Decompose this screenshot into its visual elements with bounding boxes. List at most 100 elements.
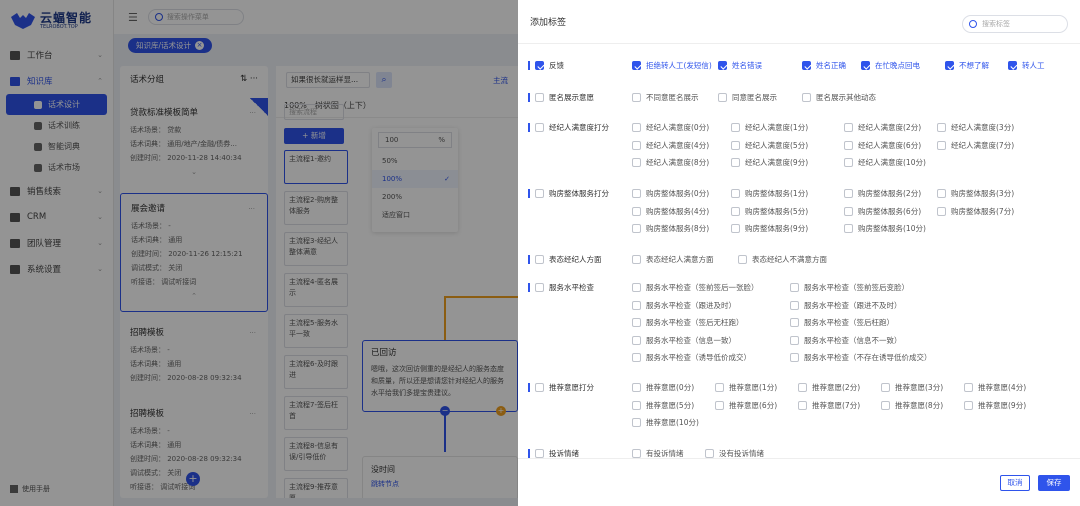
tag-checkbox[interactable] [790, 318, 799, 327]
tag-checkbox[interactable] [937, 206, 946, 216]
tag-option[interactable]: 匿名展示其他动态 [802, 92, 876, 103]
tag-option[interactable]: 购房整体服务(10分) [844, 223, 926, 234]
tag-option[interactable]: 购房整体服务(0分) [632, 188, 709, 199]
group-checkbox[interactable] [535, 189, 544, 198]
tag-option[interactable]: 经纪人满意度(1分) [731, 122, 808, 133]
tag-checkbox[interactable] [802, 61, 811, 70]
tag-option[interactable]: 同意匿名展示 [718, 92, 777, 103]
tag-option[interactable]: 推荐意愿(2分) [798, 382, 860, 393]
tag-option[interactable]: 经纪人满意度(9分) [731, 157, 808, 168]
tag-option[interactable]: 服务水平检查（跟进不及时） [790, 300, 902, 311]
tag-option[interactable]: 经纪人满意度(3分) [937, 122, 1014, 133]
tag-checkbox[interactable] [844, 123, 853, 132]
tag-group-header[interactable]: 表态经纪人方面 [528, 254, 602, 265]
tag-option[interactable]: 购房整体服务(3分) [937, 188, 1014, 199]
tag-option[interactable]: 经纪人满意度(0分) [632, 122, 709, 133]
tag-option[interactable]: 姓名错误 [718, 60, 762, 71]
tag-option[interactable]: 购房整体服务(7分) [937, 206, 1014, 217]
tag-option[interactable]: 推荐意愿(0分) [632, 382, 694, 393]
group-checkbox[interactable] [535, 449, 544, 458]
tag-option[interactable]: 购房整体服务(9分) [731, 223, 808, 234]
tag-option[interactable]: 推荐意愿(7分) [798, 400, 860, 411]
tag-option[interactable]: 服务水平检查（不存在诱导低价成交） [790, 352, 932, 363]
tag-checkbox[interactable] [861, 61, 870, 70]
tag-option[interactable]: 经纪人满意度(2分) [844, 122, 921, 133]
tag-option[interactable]: 推荐意愿(8分) [881, 400, 943, 411]
tag-checkbox[interactable] [731, 189, 740, 198]
group-checkbox[interactable] [535, 255, 544, 264]
tag-checkbox[interactable] [632, 283, 641, 292]
tag-checkbox[interactable] [632, 123, 641, 132]
tag-checkbox[interactable] [731, 224, 740, 233]
tag-checkbox[interactable] [937, 140, 946, 150]
tag-option[interactable]: 表态经纪人不满意方面 [738, 254, 827, 265]
tag-option[interactable]: 购房整体服务(1分) [731, 188, 808, 199]
tag-checkbox[interactable] [844, 158, 853, 167]
tag-checkbox[interactable] [790, 300, 799, 310]
tag-checkbox[interactable] [632, 300, 641, 310]
tag-option[interactable]: 拒绝转人工(发短信) [632, 60, 712, 71]
tag-option[interactable]: 服务水平检查（信息一致） [632, 335, 736, 346]
tag-option[interactable]: 购房整体服务(6分) [844, 206, 921, 217]
tag-checkbox[interactable] [731, 140, 740, 150]
tag-checkbox[interactable] [632, 224, 641, 233]
tag-option[interactable]: 经纪人满意度(6分) [844, 140, 921, 151]
tag-checkbox[interactable] [881, 400, 890, 410]
tag-option[interactable]: 经纪人满意度(5分) [731, 140, 808, 151]
tag-option[interactable]: 推荐意愿(6分) [715, 400, 777, 411]
group-checkbox[interactable] [535, 61, 544, 70]
tag-checkbox[interactable] [881, 383, 890, 392]
tag-option[interactable]: 推荐意愿(3分) [881, 382, 943, 393]
tag-checkbox[interactable] [715, 383, 724, 392]
tag-checkbox[interactable] [632, 449, 641, 458]
tag-group-header[interactable]: 匿名展示意愿 [528, 92, 594, 103]
cancel-button[interactable]: 取消 [1000, 475, 1030, 491]
tag-checkbox[interactable] [844, 189, 853, 198]
tag-option[interactable]: 经纪人满意度(8分) [632, 157, 709, 168]
tag-checkbox[interactable] [964, 383, 973, 392]
tag-checkbox[interactable] [632, 335, 641, 345]
tag-group-header[interactable]: 服务水平检查 [528, 282, 594, 293]
tag-checkbox[interactable] [790, 353, 799, 362]
tag-checkbox[interactable] [715, 400, 724, 410]
tag-checkbox[interactable] [844, 224, 853, 233]
tag-option[interactable]: 推荐意愿(4分) [964, 382, 1026, 393]
tag-checkbox[interactable] [964, 400, 973, 410]
tag-checkbox[interactable] [632, 61, 641, 70]
tag-option[interactable]: 推荐意愿(10分) [632, 417, 699, 428]
tag-option[interactable]: 购房整体服务(2分) [844, 188, 921, 199]
tag-option[interactable]: 推荐意愿(9分) [964, 400, 1026, 411]
tag-group-header[interactable]: 推荐意愿打分 [528, 382, 594, 393]
tag-checkbox[interactable] [731, 206, 740, 216]
tag-group-header[interactable]: 反馈 [528, 60, 564, 71]
tag-search-input[interactable]: 搜索标签 [962, 15, 1068, 33]
tag-checkbox[interactable] [844, 206, 853, 216]
tag-option[interactable]: 购房整体服务(5分) [731, 206, 808, 217]
tag-option[interactable]: 经纪人满意度(4分) [632, 140, 709, 151]
tag-checkbox[interactable] [718, 93, 727, 102]
tag-option[interactable]: 经纪人满意度(10分) [844, 157, 926, 168]
tag-option[interactable]: 服务水平检查（跟进及时） [632, 300, 736, 311]
tag-group-header[interactable]: 购房整体服务打分 [528, 188, 609, 199]
tag-checkbox[interactable] [632, 93, 641, 102]
tag-checkbox[interactable] [798, 400, 807, 410]
group-checkbox[interactable] [535, 123, 544, 132]
tag-option[interactable]: 转人工 [1008, 60, 1045, 71]
tag-option[interactable]: 购房整体服务(4分) [632, 206, 709, 217]
tag-checkbox[interactable] [1008, 61, 1017, 70]
tag-option[interactable]: 不同意匿名展示 [632, 92, 699, 103]
tag-checkbox[interactable] [632, 400, 641, 410]
tag-option[interactable]: 服务水平检查（诱导低价成交） [632, 352, 751, 363]
tag-checkbox[interactable] [802, 93, 811, 102]
tag-option[interactable]: 不想了解 [945, 60, 989, 71]
tag-checkbox[interactable] [945, 61, 954, 70]
tag-option[interactable]: 服务水平检查（签前签后变脸） [790, 282, 909, 293]
tag-option[interactable]: 有投诉情绪 [632, 448, 684, 458]
tag-group-header[interactable]: 经纪人满意度打分 [528, 122, 609, 133]
tag-checkbox[interactable] [632, 206, 641, 216]
tag-checkbox[interactable] [937, 123, 946, 132]
tag-checkbox[interactable] [632, 255, 641, 264]
tag-option[interactable]: 服务水平检查（签后枉跑） [790, 317, 894, 328]
tag-checkbox[interactable] [790, 283, 799, 292]
tag-option[interactable]: 姓名正确 [802, 60, 846, 71]
